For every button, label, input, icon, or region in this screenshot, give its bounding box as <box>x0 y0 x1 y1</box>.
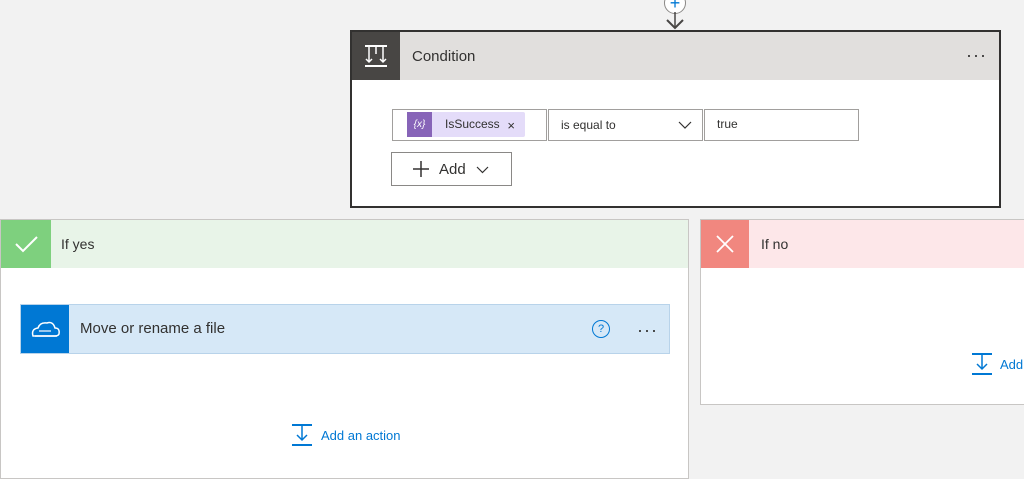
chevron-down-icon <box>476 166 489 174</box>
operand-value: true <box>717 117 738 131</box>
help-icon[interactable]: ? <box>592 320 610 338</box>
add-an-action-label: Add an action <box>321 428 401 443</box>
chevron-down-icon <box>678 121 692 129</box>
condition-title: Condition <box>412 48 476 65</box>
condition-card: Condition ··· {x} IsSuccess × is equal t… <box>350 30 1001 208</box>
if-no-branch: If no Add <box>700 219 1024 405</box>
condition-icon <box>352 32 400 80</box>
condition-more-button[interactable]: ··· <box>966 46 987 64</box>
condition-operator-select[interactable]: is equal to <box>548 109 703 141</box>
condition-right-operand-field[interactable]: true <box>704 109 859 141</box>
action-more-button[interactable]: ··· <box>637 321 658 339</box>
x-icon <box>701 220 749 268</box>
if-yes-header: If yes <box>1 220 688 268</box>
add-condition-label: Add <box>439 161 466 178</box>
move-rename-file-action[interactable]: Move or rename a file ? ··· <box>20 304 670 354</box>
check-icon <box>1 220 51 268</box>
token-label: IsSuccess <box>445 117 500 131</box>
variable-icon: {x} <box>407 112 432 137</box>
dynamic-content-token[interactable]: {x} IsSuccess × <box>407 112 525 137</box>
add-action-icon <box>292 424 312 446</box>
if-yes-title: If yes <box>61 236 95 252</box>
onedrive-icon <box>21 305 69 353</box>
add-condition-button[interactable]: Add <box>391 152 512 186</box>
add-action-icon <box>972 353 992 375</box>
condition-header[interactable]: Condition ··· <box>352 32 999 80</box>
add-action-label: Add <box>1000 357 1024 372</box>
condition-left-operand-field[interactable]: {x} IsSuccess × <box>392 109 547 141</box>
if-yes-branch: If yes Move or rename a file ? ··· Add a… <box>0 219 689 479</box>
if-no-header: If no <box>701 220 1024 268</box>
close-icon[interactable]: × <box>507 112 515 139</box>
operator-value: is equal to <box>561 118 616 132</box>
action-title: Move or rename a file <box>80 320 226 337</box>
connector-arrow-icon <box>666 12 684 30</box>
if-no-title: If no <box>761 236 789 252</box>
plus-icon <box>413 161 429 177</box>
